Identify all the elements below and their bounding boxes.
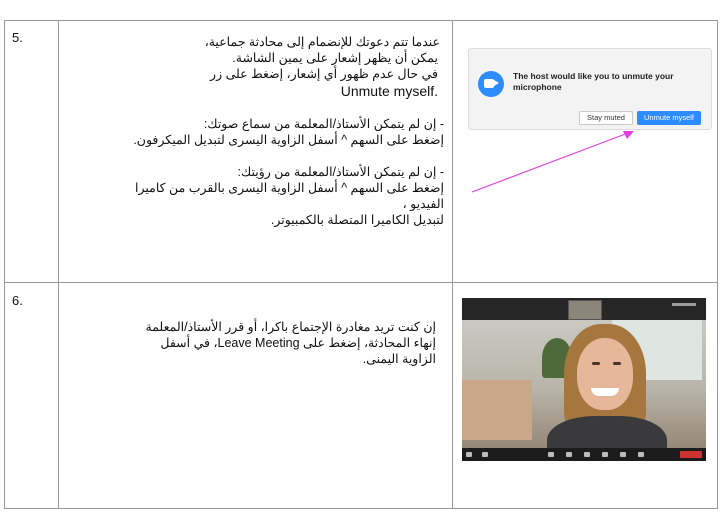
mute-icon[interactable] bbox=[466, 452, 472, 457]
chat-icon[interactable] bbox=[584, 452, 590, 457]
share-screen-icon[interactable] bbox=[602, 452, 608, 457]
participant-face bbox=[577, 338, 633, 410]
eye bbox=[592, 362, 600, 365]
eye bbox=[613, 362, 621, 365]
participants-icon[interactable] bbox=[566, 452, 572, 457]
meeting-top-bar bbox=[462, 298, 706, 320]
step-6-instructions: إن كنت تريد مغادرة الإجتماع باكرا، أو قر… bbox=[100, 319, 437, 367]
instruction-line: الزاوية اليمنى. bbox=[362, 352, 436, 366]
meeting-toolbar bbox=[462, 448, 706, 461]
instruction-line: إنهاء المحادثة، إضغط على Leave Meeting، … bbox=[160, 336, 436, 350]
leave-meeting-button[interactable] bbox=[680, 451, 702, 458]
smile bbox=[591, 388, 619, 396]
reactions-icon[interactable] bbox=[638, 452, 644, 457]
instruction-line: إن كنت تريد مغادرة الإجتماع باكرا، أو قر… bbox=[145, 320, 437, 334]
step-number-6: 6. bbox=[12, 293, 23, 308]
zoom-meeting-image bbox=[462, 298, 706, 461]
security-icon[interactable] bbox=[548, 452, 554, 457]
bookshelf bbox=[462, 380, 532, 440]
speaker-view-toggle[interactable] bbox=[672, 303, 696, 306]
record-icon[interactable] bbox=[620, 452, 626, 457]
video-icon[interactable] bbox=[482, 452, 488, 457]
participant-thumbnail[interactable] bbox=[568, 300, 602, 320]
